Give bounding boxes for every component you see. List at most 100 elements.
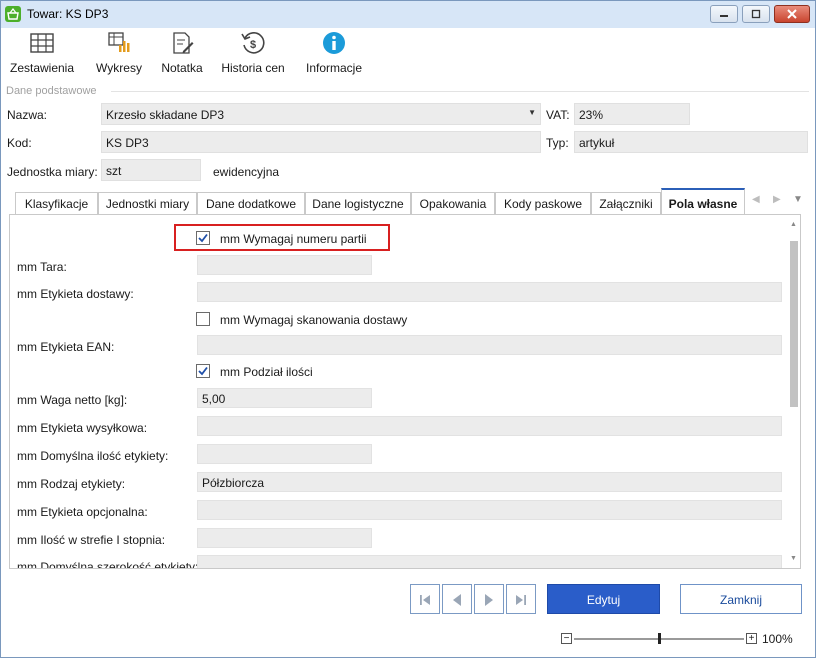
minimize-icon <box>720 15 728 17</box>
ilosc-strefie-label: mm Ilość w strefie I stopnia: <box>17 533 166 547</box>
toolbar-label: Notatka <box>161 61 203 75</box>
toolbar-label: Informacje <box>305 61 363 75</box>
tab-opakowania[interactable]: Opakowania <box>411 192 495 214</box>
close-icon <box>787 9 797 19</box>
jednostka-miary-value: szt <box>106 164 122 178</box>
wymagaj-skanowania-checkbox[interactable] <box>196 312 210 326</box>
scroll-up-icon[interactable]: ▲ <box>790 221 797 228</box>
edit-button[interactable]: Edytuj <box>547 584 660 614</box>
toolbar-zestawienia-button[interactable]: Zestawienia <box>7 29 77 79</box>
toolbar-informacje-button[interactable]: Informacje <box>303 29 365 79</box>
toolbar-wykresy-button[interactable]: Wykresy <box>91 29 147 79</box>
zoom-slider-thumb[interactable] <box>658 633 661 644</box>
chart-icon <box>108 32 130 52</box>
rodzaj-etykiety-label: mm Rodzaj etykiety: <box>17 477 126 491</box>
vat-value: 23% <box>579 108 604 122</box>
tab-label: Załączniki <box>599 197 653 211</box>
tab-scroll-left-icon[interactable]: ◀ <box>752 194 760 205</box>
next-icon <box>485 594 493 606</box>
tab-klasyfikacje[interactable]: Klasyfikacje <box>15 192 98 214</box>
vat-field[interactable]: 23% <box>574 103 690 125</box>
window-title: Towar: KS DP3 <box>27 7 109 21</box>
etykieta-wysylkowa-label: mm Etykieta wysyłkowa: <box>17 421 148 435</box>
previous-icon <box>453 594 461 606</box>
tab-label: Jednostki miary <box>105 197 190 211</box>
history-icon: $ <box>241 32 265 54</box>
rodzaj-etykiety-input[interactable]: Półzbiorcza <box>197 472 782 492</box>
kod-value: KS DP3 <box>106 136 149 150</box>
tab-jednostki-miary[interactable]: Jednostki miary <box>98 192 197 214</box>
zoom-out-button[interactable]: − <box>561 633 572 644</box>
tab-list-dropdown-icon[interactable]: ▼ <box>793 194 803 205</box>
toolbar-notatka-button[interactable]: Notatka <box>157 29 207 79</box>
toolbar-label: Zestawienia <box>9 61 75 75</box>
etykieta-dostawy-input[interactable] <box>197 282 782 302</box>
title-bar[interactable]: Towar: KS DP3 <box>1 1 815 28</box>
waga-netto-value: 5,00 <box>202 392 226 406</box>
tab-label: Opakowania <box>419 197 487 211</box>
tab-label: Pola własne <box>668 197 738 211</box>
scrollbar-thumb[interactable] <box>790 241 798 407</box>
typ-field[interactable]: artykuł <box>574 131 808 153</box>
typ-value: artykuł <box>579 136 615 150</box>
tab-label: Klasyfikacje <box>24 197 89 211</box>
podzial-ilosci-label: mm Podział ilości <box>220 365 313 379</box>
tab-kody-paskowe[interactable]: Kody paskowe <box>495 192 591 214</box>
cut-row-input[interactable] <box>197 555 782 568</box>
nazwa-value: Krzesło składane DP3 <box>106 108 225 122</box>
etykieta-wysylkowa-input[interactable] <box>197 416 782 436</box>
table-icon <box>30 33 54 53</box>
ilosc-strefie-input[interactable] <box>197 528 372 548</box>
next-record-button[interactable] <box>474 584 504 614</box>
tab-zalaczniki[interactable]: Załączniki <box>591 192 661 214</box>
close-button[interactable]: Zamknij <box>680 584 802 614</box>
jednostka-miary-label: Jednostka miary: <box>7 165 98 179</box>
kod-field[interactable]: KS DP3 <box>101 131 541 153</box>
svg-text:$: $ <box>250 39 256 51</box>
chevron-down-icon[interactable]: ▼ <box>528 108 536 117</box>
previous-record-button[interactable] <box>442 584 472 614</box>
zoom-in-button[interactable]: + <box>746 633 757 644</box>
checkmark-icon <box>198 233 208 243</box>
group-divider <box>111 91 809 92</box>
vertical-scrollbar[interactable]: ▲ ▼ <box>789 221 799 563</box>
toolbar-label: Historia cen <box>221 61 285 75</box>
podzial-ilosci-checkbox[interactable] <box>196 364 210 378</box>
close-window-button[interactable] <box>774 5 810 23</box>
wymagaj-skanowania-label: mm Wymagaj skanowania dostawy <box>220 313 408 327</box>
kod-label: Kod: <box>7 136 32 150</box>
toolbar-historia-cen-button[interactable]: $ Historia cen <box>219 29 287 79</box>
maximize-button[interactable] <box>742 5 770 23</box>
tab-dane-dodatkowe[interactable]: Dane dodatkowe <box>197 192 305 214</box>
jednostka-miary-field[interactable]: szt <box>101 159 201 181</box>
nazwa-combo[interactable]: Krzesło składane DP3 ▼ <box>101 103 541 125</box>
last-record-button[interactable] <box>506 584 536 614</box>
zoom-level: 100% <box>762 632 793 646</box>
toolbar-label: Wykresy <box>96 61 142 75</box>
group-title: Dane podstawowe <box>6 85 97 97</box>
etykieta-dostawy-label: mm Etykieta dostawy: <box>17 287 134 301</box>
tab-dane-logistyczne[interactable]: Dane logistyczne <box>305 192 411 214</box>
waga-netto-label: mm Waga netto [kg]: <box>17 393 128 407</box>
etykieta-opcjonalna-input[interactable] <box>197 500 782 520</box>
vat-label: VAT: <box>546 108 570 122</box>
first-record-button[interactable] <box>410 584 440 614</box>
scroll-down-icon[interactable]: ▼ <box>790 555 797 562</box>
tara-input[interactable] <box>197 255 372 275</box>
minimize-button[interactable] <box>710 5 738 23</box>
info-icon <box>323 32 345 54</box>
waga-netto-input[interactable]: 5,00 <box>197 388 372 408</box>
wymagaj-partii-checkbox[interactable] <box>196 231 210 245</box>
domyslna-ilosc-input[interactable] <box>197 444 372 464</box>
checkmark-icon <box>198 366 208 376</box>
cut-row-label: mm Domyślna szerokość etykiety: <box>17 560 199 569</box>
etykieta-ean-label: mm Etykieta EAN: <box>17 340 115 354</box>
tab-pola-wlasne[interactable]: Pola własne <box>661 188 745 215</box>
tab-label: Dane logistyczne <box>312 197 404 211</box>
nazwa-label: Nazwa: <box>7 108 48 122</box>
last-icon <box>516 595 526 605</box>
note-icon <box>173 32 194 54</box>
etykieta-ean-input[interactable] <box>197 335 782 355</box>
tab-scroll-right-icon[interactable]: ▶ <box>773 194 781 205</box>
wymagaj-partii-label: mm Wymagaj numeru partii <box>220 232 367 246</box>
